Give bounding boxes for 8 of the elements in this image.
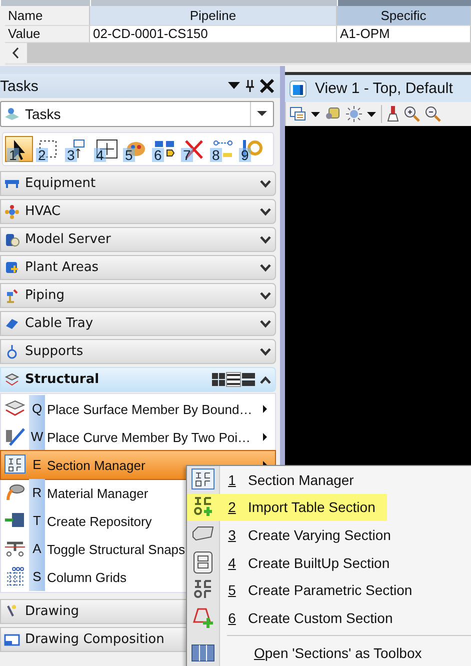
row-label: Name [5, 6, 90, 26]
table-cell: A1-OPM [337, 26, 471, 43]
column-header: Specific [337, 6, 471, 26]
view-title: View 1 - Top, Default [315, 80, 453, 97]
column-header: Pipeline [90, 6, 337, 26]
panel-title: Tasks [0, 78, 40, 94]
table-cell: 02-CD-0001-CS150 [90, 26, 337, 43]
row-label: Value [5, 26, 90, 43]
